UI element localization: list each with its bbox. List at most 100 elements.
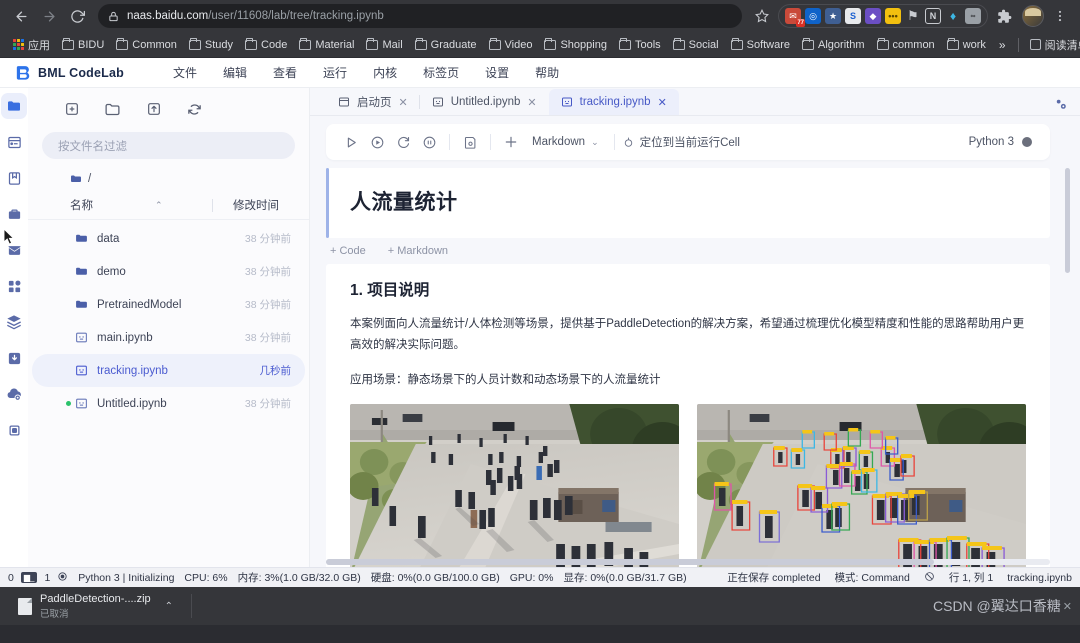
bookmark-star-icon[interactable] — [750, 4, 774, 28]
column-name[interactable]: 名称 — [70, 197, 93, 213]
bookmark-work[interactable]: work — [942, 37, 991, 53]
reading-list-button[interactable]: 阅读清单 — [1025, 35, 1080, 55]
bookmark-material[interactable]: Material — [294, 37, 359, 53]
bookmark-common-2[interactable]: common — [872, 37, 940, 53]
bookmark-common[interactable]: Common — [111, 37, 182, 53]
add-markdown-cell-button[interactable]: + Markdown — [388, 245, 448, 257]
rail-item-cloud-settings[interactable] — [1, 381, 27, 407]
menu-file[interactable]: 文件 — [160, 60, 210, 85]
tab-tracking-ipynb[interactable]: tracking.ipynb ✕ — [549, 89, 679, 115]
terminals-count[interactable]: 0 — [8, 572, 14, 584]
mail-extension-icon[interactable]: ✉77 — [785, 8, 801, 24]
bookmark-bidu[interactable]: BIDU — [57, 37, 109, 53]
bookmark-tools[interactable]: Tools — [614, 37, 666, 53]
menu-settings[interactable]: 设置 — [472, 60, 522, 85]
bookmark-apps[interactable]: 应用 — [8, 35, 55, 55]
no-errors-icon[interactable] — [924, 571, 935, 585]
save-snapshot-button[interactable] — [457, 129, 483, 155]
insert-cell-button[interactable] — [498, 129, 524, 155]
list-item-selected[interactable]: tracking.ipynb 几秒前 — [32, 354, 305, 387]
menu-tabs[interactable]: 标签页 — [410, 60, 472, 85]
rail-item-hardware[interactable] — [1, 417, 27, 443]
reload-button[interactable] — [64, 3, 90, 29]
kernel-indicator[interactable]: Python 3 — [969, 136, 1038, 148]
chevron-up-icon[interactable]: ⌃ — [165, 601, 173, 612]
forward-button[interactable] — [36, 3, 62, 29]
notebook-scroll-area[interactable]: 人流量统计 + Code + Markdown 1. 项目说明 本案例面向人流量… — [310, 160, 1080, 567]
new-launcher-button[interactable] — [62, 100, 81, 119]
kernels-count[interactable]: 1 — [44, 572, 50, 584]
back-button[interactable] — [8, 3, 34, 29]
download-item[interactable]: PaddleDetection-....zip 已取消 ⌃ — [8, 591, 183, 621]
menu-view[interactable]: 查看 — [260, 60, 310, 85]
bookmarks-overflow-button[interactable]: » — [993, 38, 1012, 52]
rail-item-download[interactable] — [1, 345, 27, 371]
s-extension-icon[interactable]: S — [845, 8, 861, 24]
bookmark-social[interactable]: Social — [668, 37, 724, 53]
menu-kernel[interactable]: 内核 — [360, 60, 410, 85]
bookmark-extension-icon[interactable]: ⚑ — [905, 8, 921, 24]
breadcrumb[interactable]: / — [28, 159, 309, 191]
yellow-extension-icon[interactable]: ••• — [885, 8, 901, 24]
scrollbar-thumb[interactable] — [326, 559, 934, 565]
add-code-cell-button[interactable]: + Code — [330, 245, 366, 257]
tab-untitled-ipynb[interactable]: Untitled.ipynb ✕ — [420, 89, 549, 115]
refresh-button[interactable] — [185, 100, 204, 119]
notion-extension-icon[interactable]: N — [925, 8, 941, 24]
restart-kernel-button[interactable] — [390, 129, 416, 155]
bookmark-algorithm[interactable]: Algorithm — [797, 37, 869, 53]
cell-type-select[interactable]: Markdown ⌄ — [524, 136, 607, 148]
locate-running-cell-button[interactable]: 定位到当前运行Cell — [622, 134, 740, 150]
tab-close-icon[interactable]: ✕ — [527, 96, 536, 109]
watermark-close-icon[interactable]: ✕ — [1063, 600, 1072, 613]
list-item[interactable]: PretrainedModel 38 分钟前 — [32, 288, 305, 321]
rail-item-git[interactable] — [1, 165, 27, 191]
interrupt-kernel-button[interactable] — [416, 129, 442, 155]
profile-avatar[interactable] — [1022, 5, 1044, 27]
notebook-vertical-scrollbar[interactable] — [1065, 168, 1070, 273]
rail-item-datasets[interactable] — [1, 309, 27, 335]
address-bar[interactable]: naas.baidu.com/user/11608/lab/tree/track… — [98, 4, 742, 28]
menu-run[interactable]: 运行 — [310, 60, 360, 85]
gem-extension-icon[interactable]: ◆ — [865, 8, 881, 24]
bookmark-code[interactable]: Code — [240, 37, 292, 53]
bookmark-video[interactable]: Video — [484, 37, 538, 53]
column-modified[interactable]: 修改时间 — [233, 197, 309, 213]
terminal-icon[interactable]: ▆_ — [21, 572, 38, 583]
circle-blue-extension-icon[interactable]: ◎ — [805, 8, 821, 24]
tab-close-icon[interactable]: ✕ — [399, 96, 408, 109]
bookmark-shopping[interactable]: Shopping — [539, 37, 612, 53]
list-item[interactable]: demo 38 分钟前 — [32, 255, 305, 288]
bookmark-software[interactable]: Software — [726, 37, 795, 53]
list-item[interactable]: main.ipynb 38 分钟前 — [32, 321, 305, 354]
upload-button[interactable] — [144, 100, 163, 119]
run-all-cells-button[interactable] — [364, 129, 390, 155]
list-item[interactable]: Untitled.ipynb 38 分钟前 — [32, 387, 305, 420]
bookmark-study[interactable]: Study — [184, 37, 238, 53]
notebook-settings-button[interactable] — [1054, 97, 1080, 115]
rail-item-toolkit[interactable] — [1, 201, 27, 227]
sort-ascending-icon[interactable]: ⌃ — [155, 200, 163, 211]
notebook-cell-title[interactable]: 人流量统计 — [326, 168, 1050, 238]
lens-extension-icon[interactable]: ∞ — [965, 8, 981, 24]
kernel-circle-icon[interactable] — [57, 571, 68, 585]
menu-edit[interactable]: 编辑 — [210, 60, 260, 85]
diamond-extension-icon[interactable]: ♦ — [945, 8, 961, 24]
run-cell-button[interactable] — [338, 129, 364, 155]
menu-help[interactable]: 帮助 — [522, 60, 572, 85]
extensions-puzzle-icon[interactable] — [992, 4, 1016, 28]
rail-item-file-browser[interactable] — [1, 93, 27, 119]
list-item[interactable]: data 38 分钟前 — [32, 222, 305, 255]
rail-item-extensions[interactable] — [1, 273, 27, 299]
notebook-horizontal-scrollbar[interactable] — [326, 559, 1050, 565]
rail-item-running-terminals[interactable] — [1, 129, 27, 155]
notebook-cell-project-description[interactable]: 1. 项目说明 本案例面向人流量统计/人体检测等场景，提供基于PaddleDet… — [326, 264, 1050, 567]
new-folder-button[interactable] — [103, 100, 122, 119]
bookmark-mail[interactable]: Mail — [361, 37, 407, 53]
tab-close-icon[interactable]: ✕ — [658, 96, 667, 109]
tab-launcher[interactable]: 启动页 ✕ — [326, 89, 420, 115]
file-filter-input[interactable]: 按文件名过滤 — [42, 132, 295, 159]
bookmark-graduate[interactable]: Graduate — [410, 37, 482, 53]
browser-menu-icon[interactable] — [1048, 4, 1072, 28]
star-box-extension-icon[interactable]: ★ — [825, 8, 841, 24]
